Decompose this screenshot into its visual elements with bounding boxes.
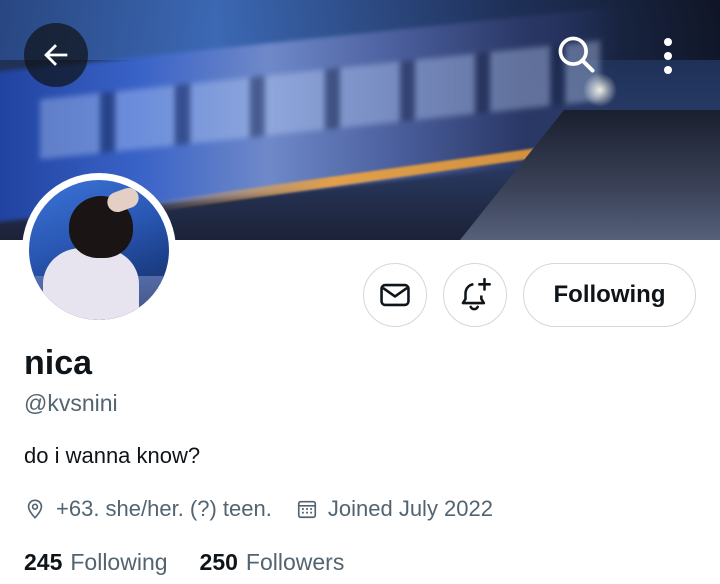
more-options-button[interactable] — [648, 30, 688, 82]
notifications-button[interactable] — [443, 263, 507, 327]
following-label: Following — [70, 549, 168, 575]
joined-item: Joined July 2022 — [296, 496, 493, 522]
search-icon — [558, 36, 595, 73]
following-count: 245 — [24, 549, 63, 575]
search-button[interactable] — [548, 26, 604, 82]
avatar-body — [43, 248, 139, 320]
more-vertical-icon — [664, 38, 672, 74]
following-stat[interactable]: 245 Following — [24, 549, 168, 576]
arrow-left-icon — [44, 44, 68, 66]
avatar[interactable] — [22, 173, 176, 327]
followers-stat[interactable]: 250 Followers — [200, 549, 345, 576]
location-pin-icon — [27, 499, 43, 519]
location-text: +63. she/her. (?) teen. — [56, 496, 272, 521]
profile-stats: 245 Following 250 Followers — [24, 549, 344, 576]
envelope-icon — [380, 283, 410, 307]
followers-count: 250 — [199, 549, 238, 575]
location-item: +63. she/her. (?) teen. — [24, 496, 272, 522]
following-button[interactable]: Following — [523, 263, 696, 327]
message-button[interactable] — [363, 263, 427, 327]
user-bio: do i wanna know? — [24, 443, 201, 468]
back-button[interactable] — [24, 23, 88, 87]
avatar-photo — [29, 180, 169, 320]
display-name: nica — [24, 344, 93, 382]
followers-label: Followers — [245, 549, 345, 575]
bell-plus-icon — [461, 277, 491, 311]
profile-meta: +63. she/her. (?) teen. Joined July 2022 — [24, 494, 493, 524]
joined-text: Joined July 2022 — [327, 496, 493, 521]
calendar-icon — [297, 500, 316, 519]
user-handle: @kvsnini — [24, 390, 118, 416]
